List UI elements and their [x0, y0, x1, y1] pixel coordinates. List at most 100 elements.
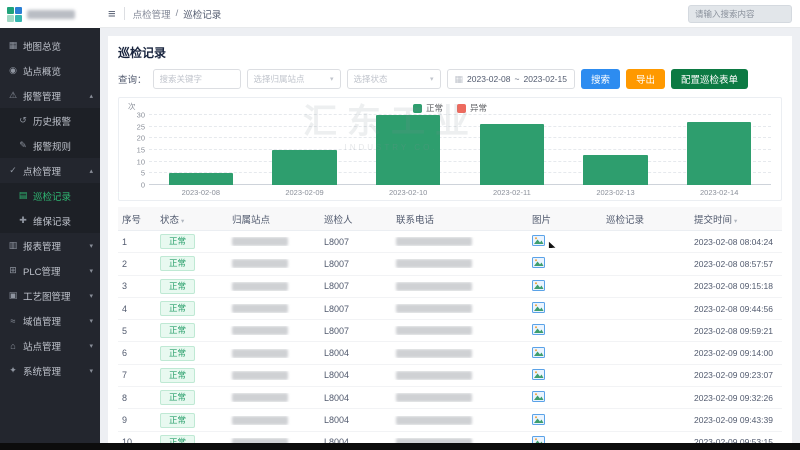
phone-redacted: [396, 416, 472, 425]
y-tick-label: 5: [141, 169, 145, 178]
report-management-icon: ▥: [7, 240, 19, 251]
phone-redacted: [396, 349, 472, 358]
image-thumbnail-icon[interactable]: [532, 417, 545, 427]
station-cell: [228, 416, 320, 425]
sidebar-item-alarm-rules[interactable]: ✎报警规则: [0, 133, 100, 158]
image-thumbnail-icon[interactable]: [532, 260, 545, 270]
sidebar-item-inspection-management[interactable]: ✓点检管理▴: [0, 158, 100, 183]
image-thumbnail-icon[interactable]: [532, 305, 545, 315]
sort-caret-icon: ▾: [181, 218, 184, 225]
phone-cell: [392, 304, 528, 313]
bar-2023-02-08[interactable]: [169, 173, 233, 185]
plc-management-icon: ⊞: [7, 265, 19, 276]
status-badge: 正常: [160, 346, 195, 361]
sidebar-item-map-overview[interactable]: ▦地图总览: [0, 33, 100, 58]
bar-2023-02-09[interactable]: [272, 150, 336, 185]
sidebar-item-label: 维保记录: [33, 214, 71, 228]
bar-2023-02-14[interactable]: [687, 122, 751, 185]
submit-time-cell: 2023-02-08 08:04:24: [690, 237, 782, 247]
chevron-down-icon: ▾: [330, 75, 334, 83]
sidebar-item-label: 报表管理: [23, 239, 61, 253]
image-thumbnail-icon[interactable]: [532, 327, 545, 337]
chevron-down-icon: ▾: [89, 242, 93, 250]
station-cell: [228, 371, 320, 380]
phone-redacted: [396, 393, 472, 402]
logo-icon: [7, 7, 22, 22]
keyword-input[interactable]: [153, 69, 241, 89]
sidebar-item-alarm-management[interactable]: ⚠报警管理▴: [0, 83, 100, 108]
column-label: 提交时间: [694, 215, 732, 226]
station-cell: [228, 282, 320, 291]
global-search-input[interactable]: [688, 5, 792, 23]
status-badge: 正常: [160, 413, 195, 428]
sidebar-item-station-management[interactable]: ⌂站点管理▾: [0, 333, 100, 358]
bar-2023-02-13[interactable]: [583, 155, 647, 185]
breadcrumb-item[interactable]: 点检管理: [133, 7, 171, 21]
bar-2023-02-11[interactable]: [480, 124, 544, 185]
legend-item-正常[interactable]: 正常: [413, 102, 443, 114]
phone-cell: [392, 326, 528, 335]
breadcrumb: 点检管理 / 巡检记录: [133, 7, 222, 21]
column-header-status[interactable]: 状态▾: [156, 212, 228, 226]
column-header-submit-time[interactable]: 提交时间▾: [690, 212, 782, 226]
legend-label: 异常: [470, 102, 487, 114]
image-thumbnail-icon[interactable]: [532, 394, 545, 404]
row-index-cell: 5: [118, 326, 156, 336]
history-alarm-icon: ↺: [17, 115, 29, 126]
sidebar-item-site-overview[interactable]: ◉站点概览: [0, 58, 100, 83]
sidebar-collapse-icon[interactable]: ≡: [108, 7, 116, 20]
date-range-picker[interactable]: ▦ 2023-02-08 ~ 2023-02-15: [447, 69, 575, 89]
chevron-down-icon: ▾: [89, 292, 93, 300]
bar-2023-02-10[interactable]: [376, 115, 440, 185]
app-logo: [0, 0, 100, 28]
row-index-cell: 2: [118, 259, 156, 269]
status-badge: 正常: [160, 256, 195, 271]
y-tick-label: 0: [141, 181, 145, 190]
status-badge: 正常: [160, 435, 195, 443]
status-cell: 正常: [156, 368, 228, 383]
phone-cell: [392, 349, 528, 358]
sidebar-item-label: 工艺图管理: [23, 289, 71, 303]
station-redacted: [232, 349, 288, 358]
sidebar-item-history-alarm[interactable]: ↺历史报警: [0, 108, 100, 133]
station-select[interactable]: 选择归属站点 ▾: [247, 69, 341, 89]
status-select-placeholder: 选择状态: [354, 73, 388, 85]
phone-redacted: [396, 282, 472, 291]
sidebar-item-maintenance-records[interactable]: ✚维保记录: [0, 208, 100, 233]
image-thumbnail-icon[interactable]: [532, 350, 545, 360]
status-badge: 正常: [160, 368, 195, 383]
sidebar-item-label: 站点管理: [23, 339, 61, 353]
config-inspection-form-button[interactable]: 配置巡检表单: [671, 69, 748, 89]
sidebar-item-plc-management[interactable]: ⊞PLC管理▾: [0, 258, 100, 283]
image-thumbnail-icon[interactable]: [532, 283, 545, 293]
legend-item-异常[interactable]: 异常: [457, 102, 487, 114]
sidebar-item-inspection-records[interactable]: ▤巡检记录: [0, 183, 100, 208]
sidebar-item-process-diagram-management[interactable]: ▣工艺图管理▾: [0, 283, 100, 308]
status-select[interactable]: 选择状态 ▾: [347, 69, 441, 89]
image-thumbnail-icon[interactable]: [532, 372, 545, 382]
table-row: 2正常L80072023-02-08 08:57:57: [118, 253, 782, 275]
records-table: 序号状态▾归属站点巡检人联系电话图片巡检记录提交时间▾ 1正常L80072023…: [118, 207, 782, 443]
station-cell: [228, 393, 320, 402]
table-body: 1正常L80072023-02-08 08:04:242正常L80072023-…: [118, 231, 782, 443]
sidebar-item-label: 点检管理: [23, 164, 61, 178]
phone-cell: [392, 282, 528, 291]
export-button[interactable]: 导出: [626, 69, 665, 89]
chevron-down-icon: ▾: [89, 317, 93, 325]
status-cell: 正常: [156, 323, 228, 338]
search-button[interactable]: 搜索: [581, 69, 620, 89]
sidebar-item-report-management[interactable]: ▥ 报表管理 ▾: [0, 233, 100, 258]
sidebar-item-label: 系统管理: [23, 364, 61, 378]
y-tick-label: 10: [137, 157, 145, 166]
image-thumbnail-icon[interactable]: [532, 238, 545, 248]
inspector-cell: L8007: [320, 237, 392, 247]
status-badge: 正常: [160, 301, 195, 316]
x-axis-labels: 2023-02-082023-02-092023-02-102023-02-11…: [149, 185, 771, 197]
sidebar-item-system-management[interactable]: ✦系统管理▾: [0, 358, 100, 383]
row-index-cell: 3: [118, 281, 156, 291]
table-row: 4正常L80072023-02-08 09:44:56: [118, 298, 782, 320]
sidebar-item-threshold-management[interactable]: ≈域值管理▾: [0, 308, 100, 333]
status-badge: 正常: [160, 279, 195, 294]
legend-swatch: [457, 104, 466, 113]
y-tick-label: 25: [137, 122, 145, 131]
